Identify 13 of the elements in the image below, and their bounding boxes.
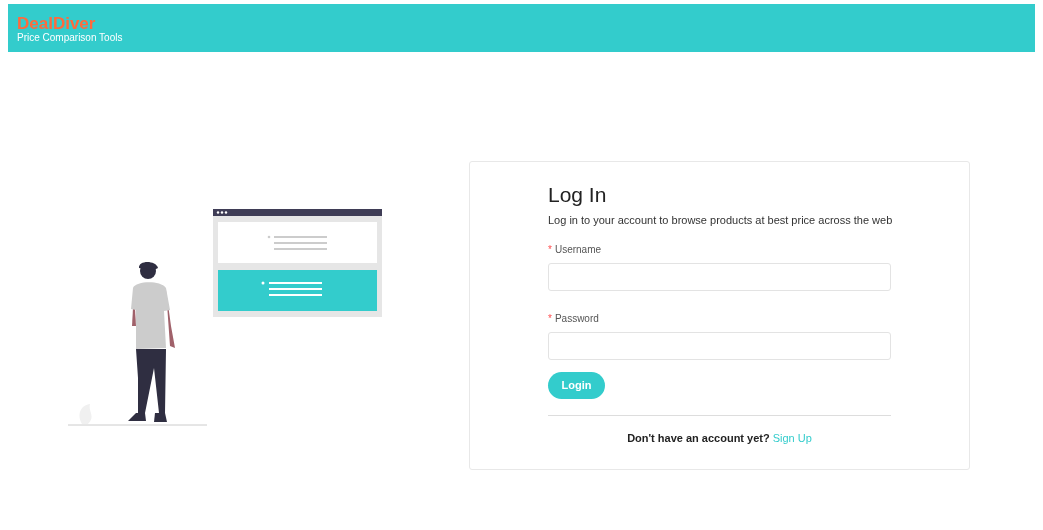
signup-prompt: Don't have an account yet?	[627, 431, 770, 446]
login-subtitle: Log in to your account to browse products at best price across the web	[548, 213, 891, 227]
input-field[interactable]	[548, 263, 891, 291]
input-field[interactable]	[548, 332, 891, 360]
login-button[interactable]: Login	[548, 372, 605, 399]
required-mark: *	[548, 244, 552, 256]
field-label: Password	[554, 313, 599, 325]
field-label: Username	[554, 244, 602, 256]
login-title: Log In	[548, 182, 608, 208]
tagline: Price Comparison Tools	[17, 32, 124, 44]
required-mark: *	[548, 313, 552, 325]
signup-link[interactable]: Sign Up	[772, 430, 812, 447]
brand-logo[interactable]: DealDiver	[17, 15, 1026, 32]
